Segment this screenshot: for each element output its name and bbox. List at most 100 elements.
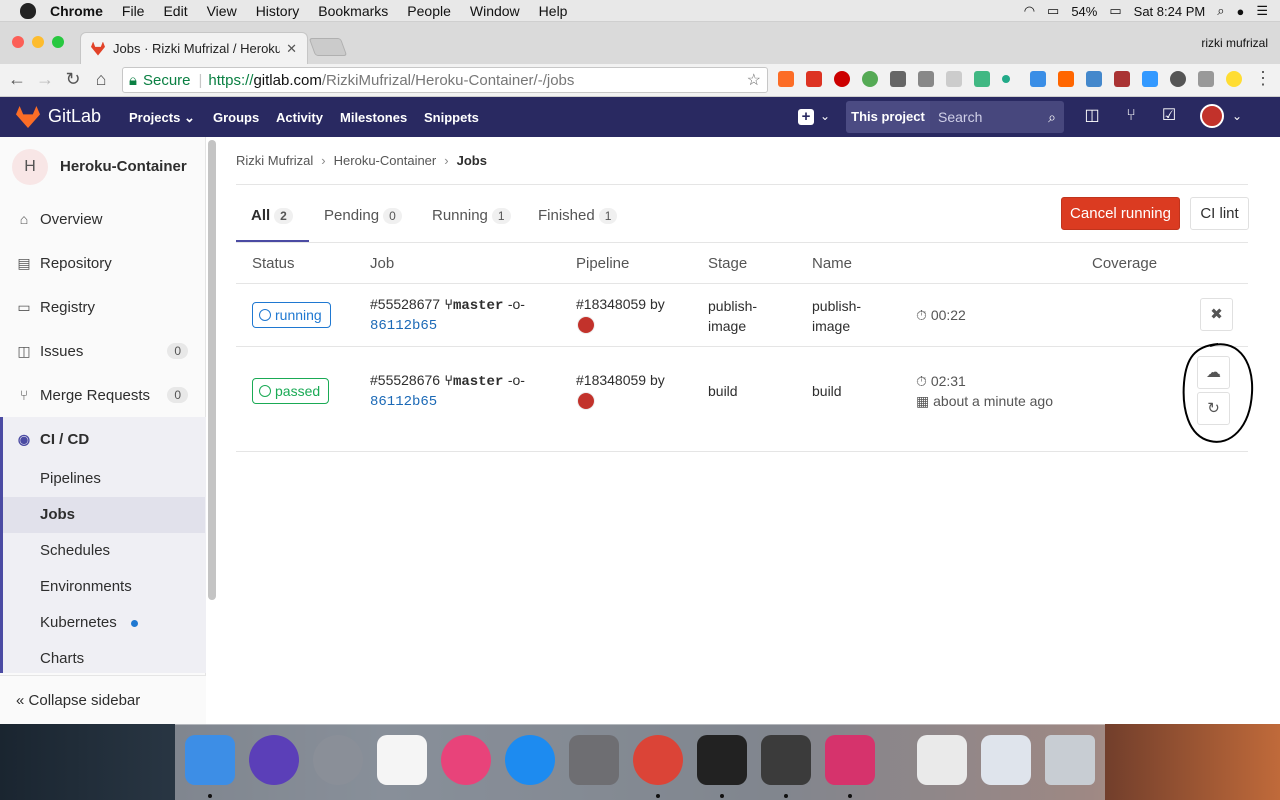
sidebar-panel-icon[interactable]: ◫ <box>1083 107 1101 125</box>
subnav-jobs[interactable]: Jobs <box>3 497 205 533</box>
back-icon[interactable]: ← <box>6 69 28 90</box>
nav-snippets[interactable]: Snippets <box>424 110 479 125</box>
dot-extension-icon[interactable] <box>1002 75 1010 83</box>
spotlight-icon[interactable]: ⌕ <box>1217 3 1224 19</box>
commit-sha-link[interactable]: 86112b65 <box>370 318 437 334</box>
reload-icon[interactable]: ↻ <box>62 69 84 90</box>
nav-milestones[interactable]: Milestones <box>340 110 407 125</box>
vue-extension-icon[interactable] <box>974 71 990 87</box>
address-bar[interactable]: 🔒︎ Secure | https:// gitlab.com /RizkiMu… <box>122 67 768 93</box>
gitlab-brand[interactable]: GitLab <box>48 106 101 127</box>
search-input[interactable]: Search ⌕ <box>930 101 1064 133</box>
branch-name[interactable]: master <box>453 298 503 314</box>
sublime-text-icon[interactable] <box>761 735 811 785</box>
subnav-schedules[interactable]: Schedules <box>3 533 205 569</box>
chrome-icon[interactable] <box>633 735 683 785</box>
cancel-job-button[interactable]: ✖ <box>1200 298 1233 331</box>
subnav-pipelines[interactable]: Pipelines <box>3 461 205 497</box>
terminal-icon[interactable] <box>697 735 747 785</box>
sidebar-item-overview[interactable]: ⌂ Overview <box>0 197 206 241</box>
chevron-down-icon[interactable]: ⌄ <box>1228 107 1246 125</box>
app-store-icon[interactable] <box>505 735 555 785</box>
pipeline-link[interactable]: #18348059 by <box>576 296 665 312</box>
intellij-icon[interactable] <box>825 735 875 785</box>
tab-running[interactable]: Running 1 <box>432 207 511 224</box>
merge-request-icon[interactable]: ⑂ <box>1122 107 1140 125</box>
airplay-icon[interactable]: ▭ <box>1047 3 1059 19</box>
react-extension-icon[interactable] <box>946 71 962 87</box>
nav-groups[interactable]: Groups <box>213 110 259 125</box>
ci-lint-button[interactable]: CI lint <box>1190 197 1249 230</box>
battery-icon[interactable]: ▭ <box>1109 3 1121 19</box>
menu-help[interactable]: Help <box>539 3 568 19</box>
sidebar-item-repository[interactable]: ▤ Repository <box>0 241 206 285</box>
breadcrumb-owner[interactable]: Rizki Mufrizal <box>236 153 313 168</box>
tab-pending[interactable]: Pending 0 <box>324 207 402 224</box>
sidebar-item-issues[interactable]: ◫ Issues 0 <box>0 329 206 373</box>
menu-file[interactable]: File <box>122 3 145 19</box>
status-badge-running[interactable]: running <box>252 302 331 328</box>
adblock-icon[interactable] <box>834 71 850 87</box>
sidebar-item-ci-cd[interactable]: ◉ CI / CD <box>0 417 206 461</box>
project-avatar[interactable]: H <box>12 149 48 185</box>
nav-activity[interactable]: Activity <box>276 110 323 125</box>
sidebar-item-merge-requests[interactable]: ⑂ Merge Requests 0 <box>0 373 206 417</box>
pipeline-user-avatar[interactable] <box>577 316 595 334</box>
gitlab-extension-icon[interactable] <box>778 71 794 87</box>
check-extension-icon[interactable] <box>862 71 878 87</box>
pipeline-user-avatar[interactable] <box>577 392 595 410</box>
cancel-running-button[interactable]: Cancel running <box>1061 197 1180 230</box>
extension-icon-4[interactable] <box>1086 71 1102 87</box>
extension-icon-5[interactable] <box>1114 71 1130 87</box>
job-id-link[interactable]: #55528676 <box>370 372 440 388</box>
search-scope-this-project[interactable]: This project <box>846 101 930 133</box>
clock[interactable]: Sat 8:24 PM <box>1134 4 1206 19</box>
battery-percent[interactable]: 54% <box>1071 4 1097 19</box>
menu-edit[interactable]: Edit <box>163 3 187 19</box>
subnav-charts[interactable]: Charts <box>3 641 205 677</box>
trash-icon[interactable] <box>1045 735 1095 785</box>
notification-center-icon[interactable]: ☰ <box>1256 3 1268 19</box>
extension-icon-8[interactable] <box>1198 71 1214 87</box>
minimize-window-icon[interactable] <box>32 36 44 48</box>
downloads-stack-icon[interactable] <box>917 735 967 785</box>
nav-projects[interactable]: Projects ⌄ <box>129 110 195 126</box>
angular-extension-icon[interactable] <box>918 71 934 87</box>
bulb-extension-icon[interactable] <box>1226 71 1242 87</box>
close-tab-icon[interactable]: ✕ <box>286 41 297 57</box>
documents-stack-icon[interactable] <box>981 735 1031 785</box>
chevron-down-icon[interactable]: ⌄ <box>816 107 834 125</box>
extension-icon[interactable] <box>890 71 906 87</box>
subnav-environments[interactable]: Environments <box>3 569 205 605</box>
home-icon[interactable]: ⌂ <box>90 69 112 90</box>
pipeline-link[interactable]: #18348059 by <box>576 372 665 388</box>
wifi-icon[interactable]: ◠ <box>1024 3 1035 19</box>
profile-name[interactable]: rizki mufrizal <box>1201 36 1268 50</box>
extension-icon-7[interactable] <box>1170 71 1186 87</box>
zoom-window-icon[interactable] <box>52 36 64 48</box>
system-preferences-icon[interactable] <box>569 735 619 785</box>
status-badge-passed[interactable]: passed <box>252 378 330 404</box>
menu-view[interactable]: View <box>207 3 237 19</box>
launchpad-icon[interactable] <box>313 735 363 785</box>
job-id-link[interactable]: #55528677 <box>370 296 440 312</box>
user-avatar[interactable] <box>1200 104 1224 128</box>
sidebar-scrollbar[interactable] <box>208 140 216 600</box>
branch-name[interactable]: master <box>453 374 503 390</box>
browser-tab[interactable]: Jobs · Rizki Mufrizal / Heroku- ✕ <box>80 32 308 64</box>
siri-icon[interactable] <box>249 735 299 785</box>
new-item-plus-icon[interactable]: + <box>798 109 814 125</box>
apple-icon[interactable] <box>20 2 36 19</box>
close-window-icon[interactable] <box>12 36 24 48</box>
finder-icon[interactable] <box>185 735 235 785</box>
extension-icon-6[interactable] <box>1142 71 1158 87</box>
tab-finished[interactable]: Finished 1 <box>538 207 618 224</box>
itunes-icon[interactable] <box>441 735 491 785</box>
chrome-menu-icon[interactable]: ⋮ <box>1252 68 1274 89</box>
extension-icon-3[interactable] <box>1058 71 1074 87</box>
collapse-sidebar-button[interactable]: « Collapse sidebar <box>0 675 206 724</box>
bookmark-star-icon[interactable]: ☆ <box>747 70 761 90</box>
commit-sha-link[interactable]: 86112b65 <box>370 394 437 410</box>
breadcrumb-current[interactable]: Jobs <box>457 153 487 168</box>
menu-history[interactable]: History <box>256 3 300 19</box>
